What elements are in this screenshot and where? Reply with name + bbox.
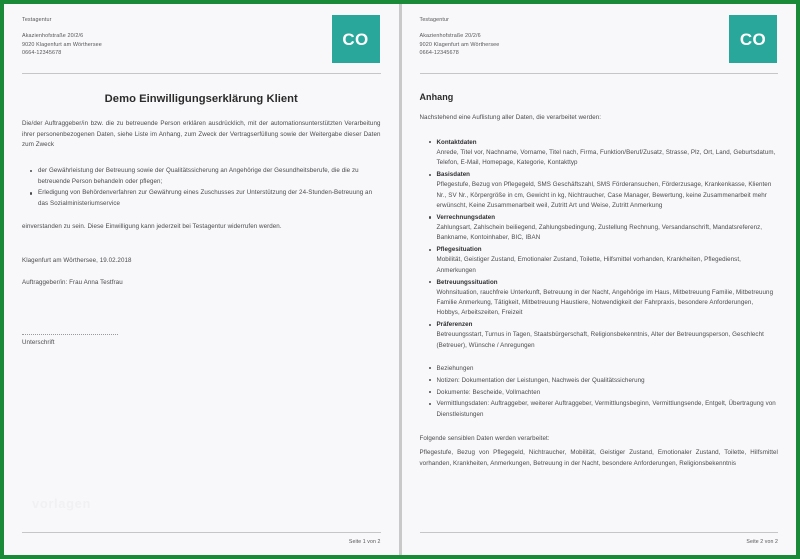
footer-divider: [419, 532, 778, 533]
sender-city: 9020 Klagenfurt am Wörthersee: [22, 41, 102, 48]
company-logo-text: CO: [342, 29, 369, 49]
additional-item: Vermittlungsdaten: Auftraggeber, weitere…: [436, 400, 776, 418]
document-page-2: Testagentur Akazienhofstraße 20/2/6 9020…: [401, 4, 796, 555]
category-fields: Zahlungsart, Zahlschein beiliegend, Zahl…: [436, 223, 763, 242]
letterhead: Testagentur Akazienhofstraße 20/2/6 9020…: [22, 15, 381, 63]
list-item: Basisdaten Pflegestufe, Bezug von Pflege…: [428, 170, 779, 211]
category-name: Basisdaten: [436, 171, 471, 179]
pdf-viewer: Testagentur Akazienhofstraße 20/2/6 9020…: [0, 0, 800, 559]
list-item: Beziehungen: [428, 364, 779, 374]
list-item: Pflegesituation Mobilität, Geistiger Zus…: [428, 245, 779, 276]
client-name-line: Auftraggeber/in: Frau Anna Testfrau: [22, 279, 123, 287]
additional-item: Beziehungen: [436, 364, 474, 372]
document-page-1: Testagentur Akazienhofstraße 20/2/6 9020…: [4, 4, 399, 555]
category-fields: Wohnsituation, rauchfreie Unterkunft, Be…: [436, 288, 774, 317]
sender-address-lines: Akazienhofstraße 20/2/6 9020 Klagenfurt …: [420, 32, 500, 58]
sender-phone: 0664-12345678: [419, 50, 459, 57]
sensitive-data-body: Pflegestufe, Bezug von Pflegegeld, Nicht…: [419, 449, 778, 467]
sender-street: Akazienhofstraße 20/2/6: [22, 32, 84, 39]
category-fields: Pflegestufe, Bezug von Pflegegeld, SMS G…: [436, 181, 772, 209]
signature-line: [22, 333, 118, 335]
data-category-list: Kontaktdaten Anrede, Titel vor, Nachname…: [420, 138, 779, 353]
sender-city: 9020 Klagenfurt am Wörthersee: [419, 41, 500, 48]
purposes-list: der Gewährleistung der Betreuung sowie d…: [22, 166, 381, 211]
sensitive-data-heading: Folgende sensiblen Daten werden verarbei…: [419, 434, 550, 442]
additional-data-list: Beziehungen Notizen: Dokumentation der L…: [420, 364, 779, 422]
sender-phone: 0664-12345678: [22, 50, 62, 57]
additional-item: Dokumente: Bescheide, Vollmachten: [436, 388, 541, 396]
page-number: Seite 1 von 2: [348, 539, 381, 545]
list-item: Erledigung von Behördenverfahren zur Gew…: [30, 188, 381, 209]
list-item: Betreuungssituation Wohnsituation, rauch…: [428, 278, 779, 319]
header-divider: [419, 73, 778, 74]
list-item: Dokumente: Bescheide, Vollmachten: [428, 388, 779, 398]
sender-company-name: Testagentur: [419, 17, 449, 23]
watermark: vorlagen: [32, 496, 91, 511]
signature-label: Unterschrift: [22, 338, 55, 346]
place-and-date: Klagenfurt am Wörthersee, 19.02.2018: [22, 256, 132, 264]
additional-item: Notizen: Dokumentation der Leistungen, N…: [436, 376, 645, 384]
sender-company-name: Testagentur: [22, 17, 52, 23]
company-logo-text: CO: [739, 29, 767, 49]
sender-address-block: Testagentur Akazienhofstraße 20/2/6 9020…: [22, 15, 102, 58]
list-item: Verrechnungsdaten Zahlungsart, Zahlschei…: [428, 213, 779, 244]
page-title: Demo Einwilligungserklärung Klient: [104, 93, 298, 105]
company-logo: CO: [331, 15, 380, 63]
sender-street: Akazienhofstraße 20/2/6: [419, 32, 481, 39]
letterhead: Testagentur Akazienhofstraße 20/2/6 9020…: [420, 15, 779, 63]
list-item: Kontaktdaten Anrede, Titel vor, Nachname…: [428, 138, 779, 169]
category-name: Präferenzen: [436, 321, 473, 329]
consent-intro-paragraph: Die/der Auftraggeber/in bzw. die zu betr…: [22, 120, 381, 149]
list-item: der Gewährleistung der Betreuung sowie d…: [30, 166, 381, 187]
category-name: Betreuungssituation: [436, 278, 498, 286]
category-name: Pflegesituation: [436, 246, 482, 254]
category-fields: Betreuungsstart, Turnus in Tagen, Staats…: [436, 331, 764, 349]
section-title: Anhang: [419, 92, 454, 102]
sender-address-block: Testagentur Akazienhofstraße 20/2/6 9020…: [420, 15, 500, 58]
header-divider: [22, 73, 381, 74]
category-fields: Mobilität, Geistiger Zustand, Emotionale…: [436, 256, 741, 274]
page1-spacer: [22, 346, 381, 555]
category-fields: Anrede, Titel vor, Nachname, Vorname, Ti…: [436, 148, 776, 167]
list-item: Präferenzen Betreuungsstart, Turnus in T…: [428, 320, 779, 351]
page1-footer: Seite 1 von 2: [22, 532, 381, 545]
signature-block: Unterschrift: [22, 333, 381, 346]
page2-footer: Seite 2 von 2: [419, 532, 778, 545]
list-item: Notizen: Dokumentation der Leistungen, N…: [428, 376, 779, 386]
company-logo: CO: [729, 15, 777, 63]
page-number: Seite 2 von 2: [746, 539, 778, 545]
footer-divider: [22, 532, 381, 533]
appendix-intro: Nachstehend eine Auflistung aller Daten,…: [419, 114, 602, 121]
sender-address-lines: Akazienhofstraße 20/2/6 9020 Klagenfurt …: [22, 32, 102, 58]
category-name: Verrechnungsdaten: [436, 213, 496, 221]
list-item: Vermittlungsdaten: Auftraggeber, weitere…: [428, 399, 779, 420]
consent-closing-paragraph: einverstanden zu sein. Diese Einwilligun…: [22, 222, 282, 230]
category-name: Kontaktdaten: [436, 138, 477, 146]
